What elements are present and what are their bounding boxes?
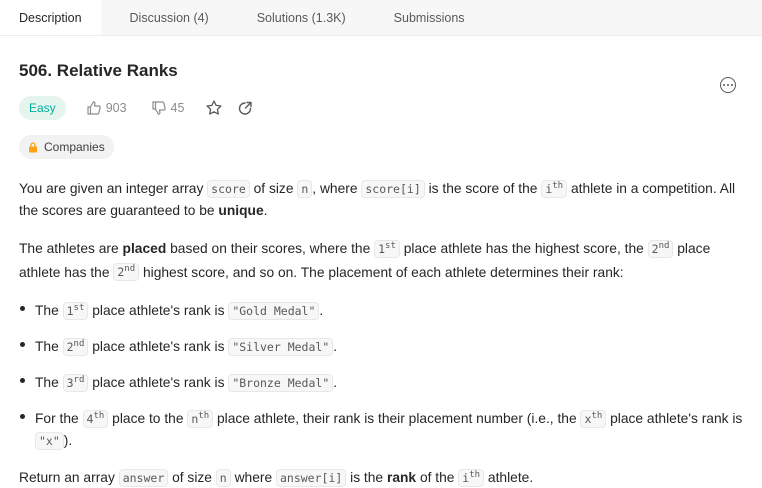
list-item: The 2nd place athlete's rank is "Silver … — [19, 334, 743, 358]
favorite-button[interactable] — [205, 99, 223, 117]
list-item: The 3rd place athlete's rank is "Bronze … — [19, 370, 743, 394]
description-paragraph-2: The athletes are placed based on their s… — [19, 239, 711, 282]
problem-title: 506. Relative Ranks — [19, 61, 178, 80]
tab-description[interactable]: Description — [0, 0, 101, 35]
list-item: The 1st place athlete's rank is "Gold Me… — [19, 298, 743, 322]
like-count: 903 — [105, 101, 127, 115]
companies-tag[interactable]: Companies — [19, 135, 114, 159]
thumbs-down-icon — [151, 101, 166, 115]
tab-discussion[interactable]: Discussion (4) — [111, 0, 228, 35]
dislike-count: 45 — [170, 101, 185, 115]
tab-solutions[interactable]: Solutions (1.3K) — [238, 0, 365, 35]
like-button[interactable]: 903 — [86, 100, 127, 116]
rank-rules-list: The 1st place athlete's rank is "Gold Me… — [19, 298, 743, 451]
tab-bar: Description Discussion (4) Solutions (1.… — [0, 0, 762, 36]
lock-icon — [29, 141, 37, 152]
problem-panel: 506. Relative Ranks Easy 903 45 Companie… — [0, 55, 762, 488]
star-icon — [206, 100, 223, 115]
thumbs-up-icon — [87, 101, 101, 115]
problem-meta: Easy 903 45 — [19, 96, 743, 120]
more-icon[interactable] — [720, 77, 736, 93]
difficulty-badge: Easy — [19, 96, 66, 120]
description-paragraph-1: You are given an integer array score of … — [19, 179, 736, 218]
share-button[interactable] — [237, 100, 253, 116]
list-item: For the 4th place to the nth place athle… — [19, 406, 743, 452]
dislike-button[interactable]: 45 — [151, 100, 185, 116]
companies-label: Companies — [44, 140, 105, 154]
share-icon — [239, 101, 253, 115]
problem-description: You are given an integer array score of … — [19, 176, 743, 488]
tab-submissions[interactable]: Submissions — [375, 0, 484, 35]
description-paragraph-3: Return an array answer of size n where a… — [19, 468, 534, 487]
